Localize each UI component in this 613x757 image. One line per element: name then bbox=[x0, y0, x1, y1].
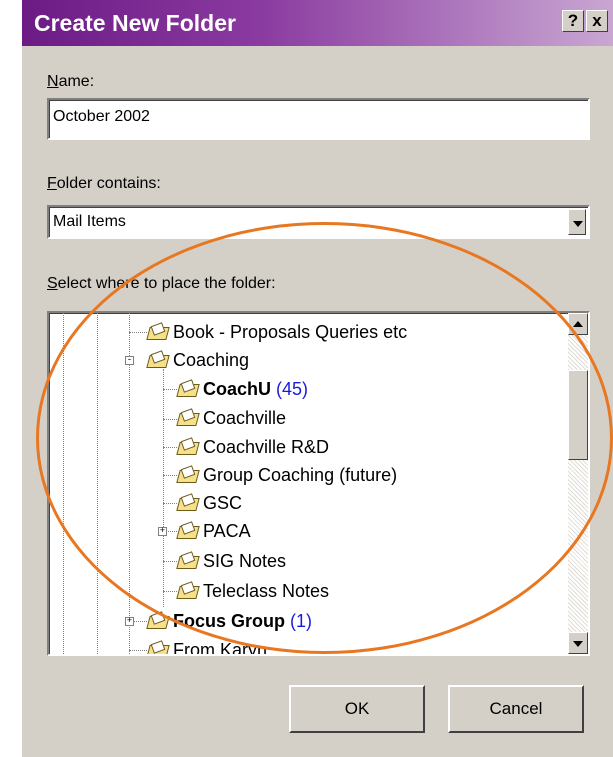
dropdown-arrow-icon[interactable] bbox=[568, 209, 586, 235]
title-bar[interactable]: Create New Folder ? x bbox=[22, 0, 613, 46]
folder-icon bbox=[147, 643, 169, 654]
name-input-value: October 2002 bbox=[53, 108, 150, 125]
highlight-ellipse bbox=[36, 222, 613, 654]
name-input[interactable]: October 2002 bbox=[47, 98, 590, 140]
name-label: Name: bbox=[47, 73, 95, 90]
folder-contains-value: Mail Items bbox=[53, 213, 126, 230]
create-new-folder-dialog: Create New Folder ? x Name: October 2002… bbox=[22, 0, 613, 757]
scroll-down-icon[interactable] bbox=[568, 632, 588, 654]
cancel-button[interactable]: Cancel bbox=[448, 685, 584, 733]
close-button[interactable]: x bbox=[586, 10, 608, 32]
help-button[interactable]: ? bbox=[562, 10, 584, 32]
tree-line bbox=[129, 650, 147, 651]
dialog-title: Create New Folder bbox=[34, 10, 236, 36]
folder-contains-label: Folder contains: bbox=[47, 175, 161, 192]
expand-focus-group-icon[interactable]: + bbox=[125, 617, 134, 626]
ok-button[interactable]: OK bbox=[289, 685, 425, 733]
